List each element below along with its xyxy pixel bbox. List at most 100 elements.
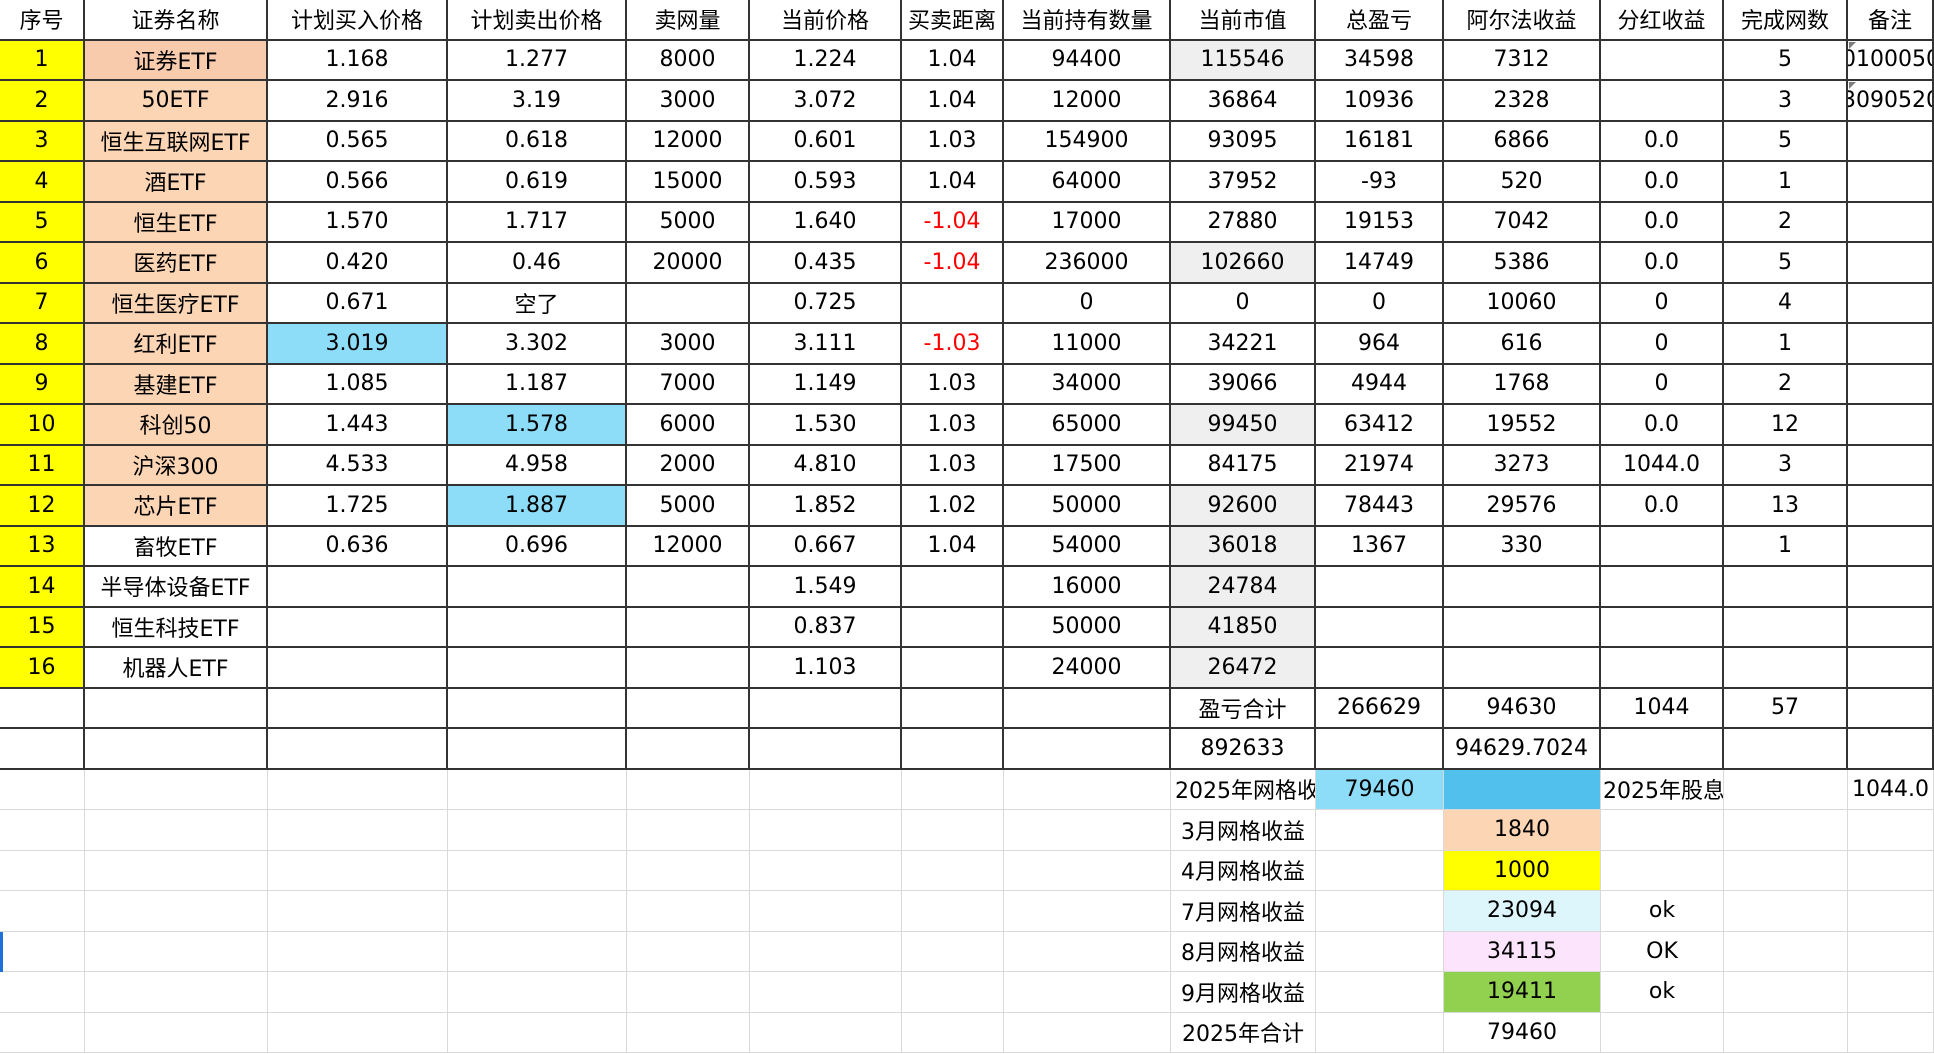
cell-current-price[interactable]: 1.549 bbox=[750, 567, 902, 606]
cell-current-price[interactable] bbox=[750, 810, 902, 850]
cell-holding-qty[interactable] bbox=[1004, 891, 1171, 931]
cell-remark[interactable] bbox=[1848, 243, 1934, 282]
cell-market-value[interactable]: 102660 bbox=[1171, 243, 1316, 282]
cell-current-price[interactable]: 1.852 bbox=[750, 486, 902, 525]
cell-total-pnl[interactable]: 63412 bbox=[1316, 405, 1444, 444]
cell-remark[interactable] bbox=[1848, 202, 1934, 241]
cell-market-value[interactable]: 41850 bbox=[1171, 607, 1316, 646]
cell-alpha-income[interactable]: 23094 bbox=[1444, 891, 1601, 931]
cell-buy-price[interactable] bbox=[268, 567, 448, 606]
cell-total-pnl[interactable]: 14749 bbox=[1316, 243, 1444, 282]
cell-buy-price[interactable] bbox=[268, 1012, 448, 1052]
cell-buy-price[interactable]: 1.570 bbox=[268, 202, 448, 241]
header-distance[interactable]: 买卖距离 bbox=[902, 0, 1004, 39]
cell-sell-price[interactable]: 空了 bbox=[448, 283, 627, 322]
cell-total-pnl[interactable]: 34598 bbox=[1316, 40, 1444, 79]
cell-market-value[interactable]: 0 bbox=[1171, 283, 1316, 322]
cell-name[interactable]: 半导体设备ETF bbox=[85, 567, 268, 606]
cell-seq[interactable]: 12 bbox=[0, 486, 85, 525]
cell-alpha-income[interactable] bbox=[1444, 769, 1601, 809]
cell-grid-qty[interactable] bbox=[627, 891, 750, 931]
cell-dividend-income[interactable]: 0.0 bbox=[1601, 202, 1724, 241]
cell-alpha-income[interactable]: 7042 bbox=[1444, 202, 1601, 241]
cell-seq[interactable]: 10 bbox=[0, 405, 85, 444]
cell-distance[interactable]: -1.04 bbox=[902, 202, 1004, 241]
cell-alpha-income[interactable]: 94629.7024 bbox=[1444, 729, 1601, 768]
cell-distance[interactable] bbox=[902, 648, 1004, 687]
cell-sell-price[interactable]: 0.618 bbox=[448, 121, 627, 160]
cell-alpha-income[interactable]: 2328 bbox=[1444, 81, 1601, 120]
cell-remark[interactable] bbox=[1848, 891, 1934, 931]
cell-remark[interactable] bbox=[1848, 526, 1934, 565]
cell-grids-done[interactable]: 5 bbox=[1724, 243, 1848, 282]
cell-dividend-income[interactable]: OK bbox=[1601, 931, 1724, 971]
cell-name[interactable]: 基建ETF bbox=[85, 364, 268, 403]
cell-market-value[interactable]: 37952 bbox=[1171, 162, 1316, 201]
cell-distance[interactable] bbox=[902, 283, 1004, 322]
cell-name[interactable]: 恒生科技ETF bbox=[85, 607, 268, 646]
cell-seq[interactable]: 11 bbox=[0, 445, 85, 484]
cell-holding-qty[interactable] bbox=[1004, 688, 1171, 727]
cell-grids-done[interactable]: 1 bbox=[1724, 162, 1848, 201]
cell-grids-done[interactable] bbox=[1724, 769, 1848, 809]
cell-grid-qty[interactable] bbox=[627, 567, 750, 606]
cell-name[interactable]: 沪深300 bbox=[85, 445, 268, 484]
cell-distance[interactable]: 1.04 bbox=[902, 81, 1004, 120]
cell-distance[interactable] bbox=[902, 567, 1004, 606]
cell-dividend-income[interactable] bbox=[1601, 526, 1724, 565]
cell-holding-qty[interactable] bbox=[1004, 810, 1171, 850]
cell-alpha-income[interactable]: 10060 bbox=[1444, 283, 1601, 322]
cell-seq[interactable] bbox=[0, 972, 85, 1012]
cell-market-value[interactable]: 24784 bbox=[1171, 567, 1316, 606]
cell-sell-price[interactable]: 1.277 bbox=[448, 40, 627, 79]
cell-buy-price[interactable] bbox=[268, 931, 448, 971]
cell-dividend-income[interactable]: 1044 bbox=[1601, 688, 1724, 727]
cell-current-price[interactable]: 1.224 bbox=[750, 40, 902, 79]
cell-market-value[interactable]: 115546 bbox=[1171, 40, 1316, 79]
cell-alpha-income[interactable]: 330 bbox=[1444, 526, 1601, 565]
cell-buy-price[interactable] bbox=[268, 769, 448, 809]
cell-buy-price[interactable]: 0.565 bbox=[268, 121, 448, 160]
cell-grid-qty[interactable] bbox=[627, 931, 750, 971]
cell-seq[interactable]: 1 bbox=[0, 40, 85, 79]
cell-grid-qty[interactable]: 8000 bbox=[627, 40, 750, 79]
cell-current-price[interactable]: 0.435 bbox=[750, 243, 902, 282]
cell-distance[interactable] bbox=[902, 607, 1004, 646]
cell-buy-price[interactable] bbox=[268, 972, 448, 1012]
header-grids-done[interactable]: 完成网数 bbox=[1724, 0, 1848, 39]
cell-grid-qty[interactable] bbox=[627, 607, 750, 646]
cell-distance[interactable] bbox=[902, 1012, 1004, 1052]
cell-holding-qty[interactable] bbox=[1004, 769, 1171, 809]
cell-grids-done[interactable]: 5 bbox=[1724, 40, 1848, 79]
cell-alpha-income[interactable]: 29576 bbox=[1444, 486, 1601, 525]
cell-distance[interactable]: 1.03 bbox=[902, 364, 1004, 403]
cell-alpha-income[interactable] bbox=[1444, 567, 1601, 606]
cell-name[interactable]: 芯片ETF bbox=[85, 486, 268, 525]
cell-grids-done[interactable] bbox=[1724, 567, 1848, 606]
cell-remark[interactable] bbox=[1848, 445, 1934, 484]
cell-grids-done[interactable]: 57 bbox=[1724, 688, 1848, 727]
cell-name[interactable]: 50ETF bbox=[85, 81, 268, 120]
cell-current-price[interactable]: 0.601 bbox=[750, 121, 902, 160]
cell-alpha-income[interactable]: 5386 bbox=[1444, 243, 1601, 282]
cell-sell-price[interactable]: 1.187 bbox=[448, 364, 627, 403]
cell-total-pnl[interactable]: 1367 bbox=[1316, 526, 1444, 565]
cell-total-pnl[interactable]: 19153 bbox=[1316, 202, 1444, 241]
cell-name[interactable] bbox=[85, 769, 268, 809]
cell-grids-done[interactable] bbox=[1724, 1012, 1848, 1052]
cell-grids-done[interactable]: 1 bbox=[1724, 526, 1848, 565]
cell-name[interactable] bbox=[85, 729, 268, 768]
cell-buy-price[interactable]: 3.019 bbox=[268, 324, 448, 363]
cell-dividend-income[interactable] bbox=[1601, 648, 1724, 687]
cell-seq[interactable]: 13 bbox=[0, 526, 85, 565]
cell-market-value[interactable]: 3月网格收益 bbox=[1171, 810, 1316, 850]
cell-grids-done[interactable]: 12 bbox=[1724, 405, 1848, 444]
cell-remark[interactable]: 30905209 bbox=[1848, 81, 1934, 120]
cell-alpha-income[interactable]: 7312 bbox=[1444, 40, 1601, 79]
cell-seq[interactable]: 15 bbox=[0, 607, 85, 646]
cell-holding-qty[interactable]: 11000 bbox=[1004, 324, 1171, 363]
cell-name[interactable] bbox=[85, 1012, 268, 1052]
cell-name[interactable]: 科创50 bbox=[85, 405, 268, 444]
cell-distance[interactable]: 1.03 bbox=[902, 405, 1004, 444]
cell-grids-done[interactable] bbox=[1724, 891, 1848, 931]
